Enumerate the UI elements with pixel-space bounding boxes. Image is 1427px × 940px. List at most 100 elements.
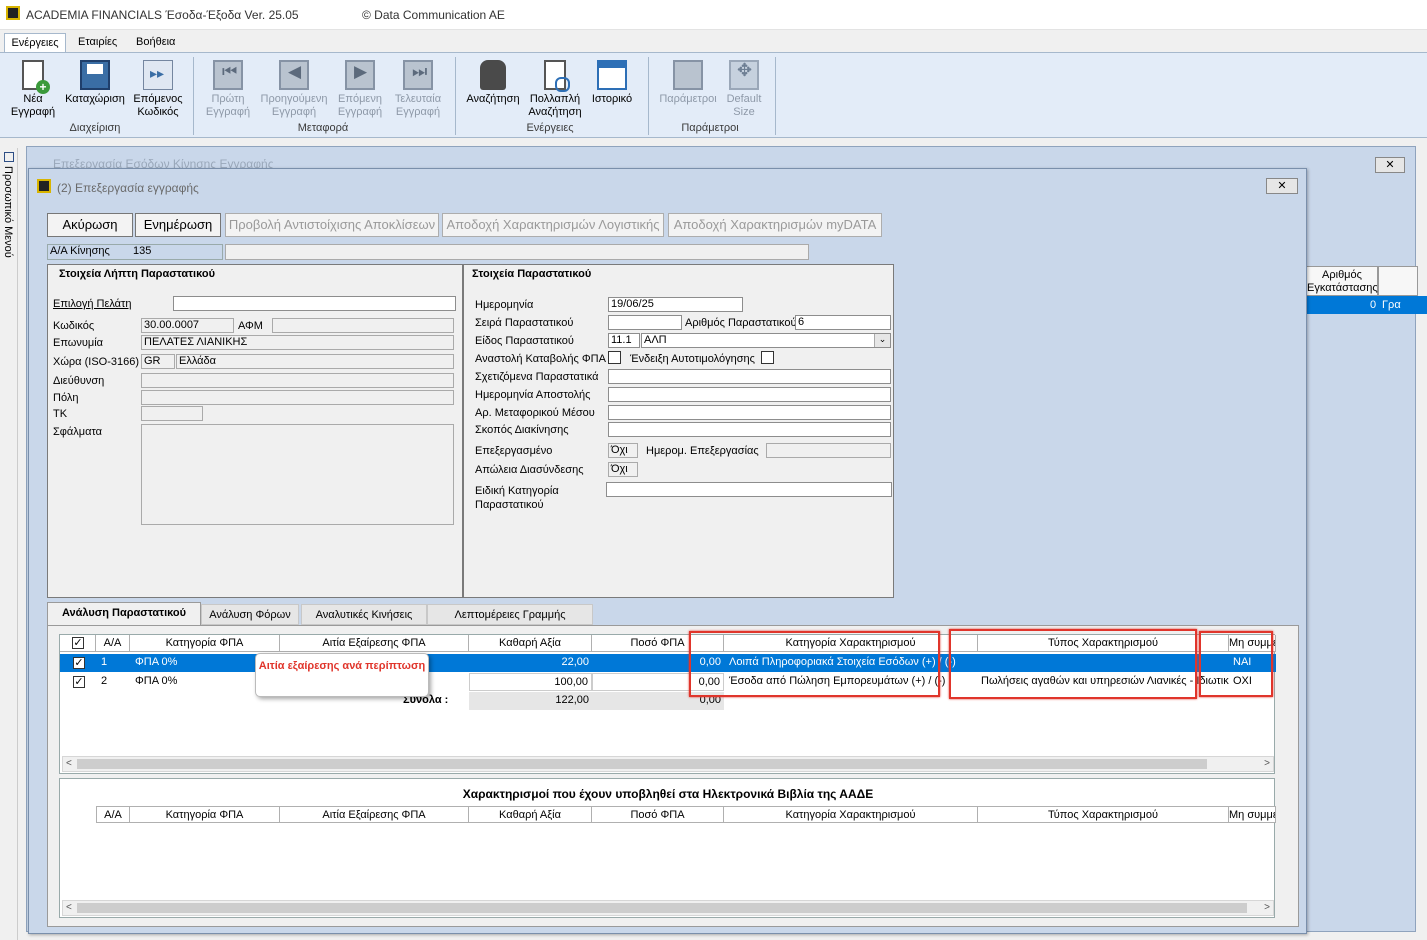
ribbon-separator — [455, 57, 456, 135]
parameters-icon — [673, 60, 703, 90]
pin-checkbox[interactable] — [4, 152, 14, 162]
processed-label: Επεξεργασμένο — [475, 445, 553, 457]
related-input[interactable] — [608, 369, 891, 384]
col-net-value[interactable]: Καθαρή Αξία — [469, 635, 592, 652]
movement-field: Α/Α Κίνησης 135 — [47, 244, 223, 260]
select-all-header[interactable]: ✓ — [60, 635, 96, 652]
floppy-disk-icon — [80, 60, 110, 90]
edit-record-window: (2) Επεξεργασία εγγραφής ✕ Ακύρωση Ενημέ… — [28, 168, 1307, 934]
document-panel-title: Στοιχεία Παραστατικού — [472, 268, 592, 280]
col-characterization-category[interactable]: Κατηγορία Χαρακτηρισμού — [724, 806, 978, 823]
row-checkbox[interactable]: ✓ — [73, 676, 85, 688]
purpose-input[interactable] — [608, 422, 891, 437]
search-button[interactable]: Αναζήτηση — [464, 57, 522, 106]
next-code-button[interactable]: ΕπόμενοςΚωδικός — [130, 57, 186, 119]
tab-tax-analysis[interactable]: Ανάλυση Φόρων — [201, 604, 299, 625]
vat-suspension-checkbox[interactable] — [608, 351, 621, 364]
row-checkbox[interactable]: ✓ — [73, 657, 85, 669]
parameters-button[interactable]: Παράμετροι — [656, 57, 720, 106]
select-customer-link[interactable]: Επιλογή Πελάτη — [53, 298, 132, 310]
ship-date-input[interactable] — [608, 387, 891, 402]
date-input[interactable]: 19/06/25 — [608, 297, 743, 312]
accept-mydata-button[interactable]: Αποδοχή Χαρακτηρισμών myDATA — [668, 213, 882, 237]
select-all-checkbox[interactable]: ✓ — [72, 637, 84, 649]
save-button[interactable]: Καταχώριση — [62, 57, 128, 106]
next-code-icon — [143, 60, 173, 90]
tab-etairies[interactable]: Εταιρίες — [72, 33, 123, 53]
first-record-button[interactable]: ΠρώτηΕγγραφή — [200, 57, 256, 119]
cancel-button[interactable]: Ακύρωση — [47, 213, 133, 237]
col-characterization-type[interactable]: Τύπος Χαρακτηρισμού — [978, 806, 1229, 823]
scroll-left-icon[interactable]: < — [66, 758, 72, 769]
type-select[interactable]: ΑΛΠ ⌄ — [641, 333, 891, 348]
scroll-right-icon[interactable]: > — [1264, 902, 1270, 913]
address-field — [141, 373, 454, 388]
background-grid-row[interactable]: 0 Γρα — [1306, 296, 1427, 314]
col-aa[interactable]: Α/Α — [96, 806, 130, 823]
col-exemption-reason[interactable]: Αιτία Εξαίρεσης ΦΠΑ — [280, 635, 469, 652]
col-net-value[interactable]: Καθαρή Αξία — [469, 806, 592, 823]
special-category-input[interactable] — [606, 482, 892, 497]
lines-horizontal-scrollbar[interactable]: < > — [62, 756, 1274, 772]
row-net: 22,00 — [561, 656, 589, 668]
series-label: Σειρά Παραστατικού — [475, 317, 574, 329]
close-window-button[interactable]: ✕ — [1266, 178, 1298, 194]
background-close-button[interactable]: ✕ — [1375, 157, 1405, 173]
scroll-right-icon[interactable]: > — [1264, 758, 1270, 769]
scrollbar-thumb[interactable] — [77, 903, 1247, 913]
country-field: Ελλάδα — [176, 354, 454, 369]
col-vat-category[interactable]: Κατηγορία ΦΠΑ — [130, 806, 280, 823]
chevron-down-icon[interactable]: ⌄ — [874, 334, 890, 347]
scroll-left-icon[interactable]: < — [66, 902, 72, 913]
document-panel: Στοιχεία Παραστατικού Ημερομηνία 19/06/2… — [463, 264, 894, 598]
col-aa[interactable]: Α/Α — [96, 635, 130, 652]
number-input[interactable]: 6 — [795, 315, 891, 330]
number-label: Αριθμός Παραστατικού — [685, 317, 797, 329]
ribbon: ΝέαΕγγραφή Καταχώριση ΕπόμενοςΚωδικός Δι… — [0, 52, 1427, 138]
loss-label: Απώλεια Διασύνδεσης — [475, 464, 584, 476]
col-exemption-reason[interactable]: Αιτία Εξαίρεσης ΦΠΑ — [280, 806, 469, 823]
next-record-button[interactable]: ΕπόμενηΕγγραφή — [332, 57, 388, 119]
tab-line-details[interactable]: Λεπτομέρειες Γραμμής — [427, 604, 593, 625]
vehicle-label: Αρ. Μεταφορικού Μέσου — [475, 407, 595, 419]
personal-menu-sidebar[interactable]: Προσωπικό Μενού — [0, 148, 18, 940]
address-label: Διεύθυνση — [53, 375, 105, 387]
binoculars-icon — [480, 60, 506, 90]
last-record-button[interactable]: ΤελευταίαΕγγραφή — [390, 57, 446, 119]
highlight-char-type — [949, 629, 1197, 699]
customer-input[interactable] — [173, 296, 456, 311]
submitted-horizontal-scrollbar[interactable]: < > — [62, 900, 1274, 916]
col-vat-amount[interactable]: Ποσό ΦΠΑ — [592, 806, 724, 823]
afm-label: ΑΦΜ — [238, 320, 263, 332]
history-button[interactable]: Ιστορικό — [588, 57, 636, 106]
col-vat-category[interactable]: Κατηγορία ΦΠΑ — [130, 635, 280, 652]
background-grid-header-2 — [1378, 266, 1418, 296]
col-exclude[interactable]: Μη συμμετοχή — [1229, 806, 1276, 823]
vehicle-input[interactable] — [608, 405, 891, 420]
code-label: Κωδικός — [53, 320, 95, 332]
type-code-input[interactable]: 11.1 — [608, 333, 640, 348]
default-size-button[interactable]: DefaultSize — [722, 57, 766, 119]
tab-detailed-movements[interactable]: Αναλυτικές Κινήσεις — [301, 604, 427, 625]
view-matching-button[interactable]: Προβολή Αντιστοίχισης Αποκλίσεων — [225, 213, 439, 237]
processed-field: Όχι — [608, 443, 638, 458]
previous-record-button[interactable]: ΠροηγούμενηΕγγραφή — [258, 57, 330, 119]
self-billing-checkbox[interactable] — [761, 351, 774, 364]
group-label-actions: Ενέργειες — [526, 122, 574, 134]
title-bar: ACADEMIA FINANCIALS Έσοδα-Έξοδα Ver. 25.… — [0, 0, 1427, 30]
series-input[interactable] — [608, 315, 682, 330]
city-label: Πόλη — [53, 392, 79, 404]
tab-voitheia[interactable]: Βοήθεια — [130, 33, 181, 53]
tab-document-analysis[interactable]: Ανάλυση Παραστατικού — [47, 602, 201, 625]
update-button[interactable]: Ενημέρωση — [135, 213, 221, 237]
multi-search-button[interactable]: Πολλαπλή Αναζήτηση — [526, 57, 584, 119]
group-label-navigation: Μεταφορά — [297, 122, 349, 134]
tab-energeies[interactable]: Ενέργειες — [4, 33, 66, 53]
accept-accounting-button[interactable]: Αποδοχή Χαρακτηρισμών Λογιστικής — [442, 213, 664, 237]
group-label-parameters: Παράμετροι — [681, 122, 739, 134]
new-record-button[interactable]: ΝέαΕγγραφή — [6, 57, 60, 119]
app-title: ACADEMIA FINANCIALS Έσοδα-Έξοδα Ver. 25.… — [26, 8, 299, 22]
window-icon — [37, 179, 51, 193]
errors-field — [141, 424, 454, 525]
scrollbar-thumb[interactable] — [77, 759, 1207, 769]
